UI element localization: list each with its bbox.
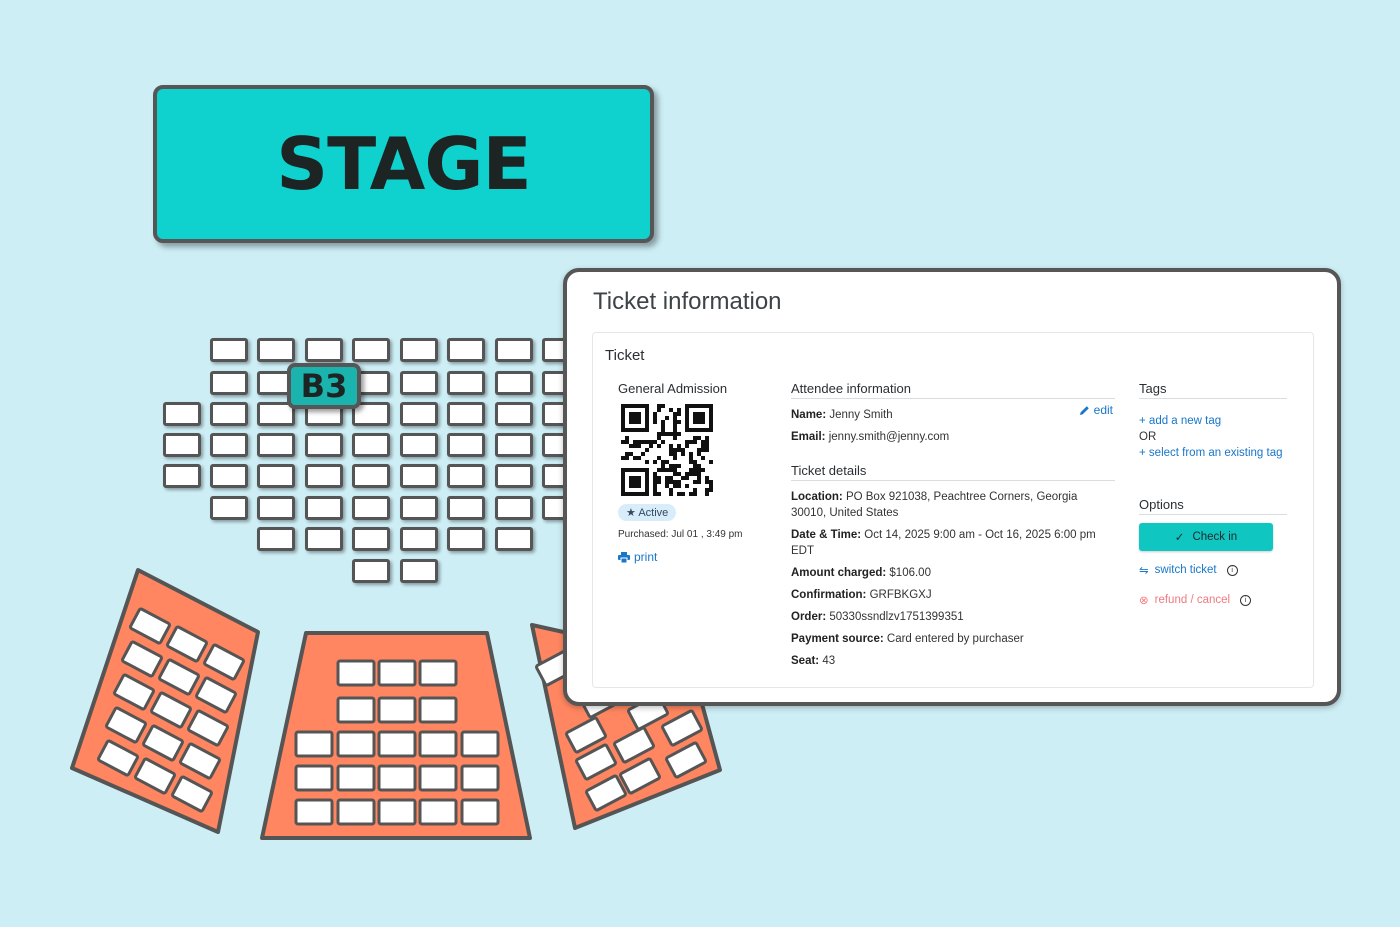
or-separator: OR [1139, 431, 1157, 443]
order-label: Order: [791, 611, 827, 623]
seat[interactable] [336, 696, 376, 724]
location-label: Location: [791, 491, 843, 503]
seat[interactable] [460, 730, 500, 758]
attendee-email: jenny.smith@jenny.com [828, 431, 950, 443]
seat[interactable] [377, 659, 417, 687]
edit-attendee-link[interactable]: edit [1079, 403, 1113, 417]
ticket-type: General Admission [618, 381, 728, 396]
tags-heading: Tags [1139, 381, 1287, 399]
payment-row: Payment source: Card entered by purchase… [791, 631, 1115, 647]
seat[interactable] [377, 696, 417, 724]
order-value: 50330ssndlzv1751399351 [829, 611, 964, 623]
seat[interactable] [294, 798, 334, 826]
payment-value: Card entered by purchaser [886, 633, 1024, 645]
purchased-date: Purchased: Jul 01 , 3:49 pm [618, 529, 743, 540]
select-existing-tag-link[interactable]: + select from an existing tag [1139, 445, 1287, 461]
seat[interactable] [418, 730, 458, 758]
cancel-circle-icon: ⊗ [1139, 595, 1149, 607]
confirmation-value: GRFBKGXJ [869, 589, 932, 601]
print-label: print [634, 550, 658, 564]
seat[interactable] [294, 730, 334, 758]
seat[interactable] [336, 730, 376, 758]
switch-ticket-link[interactable]: ⇋ switch ticket i [1139, 563, 1287, 577]
seat[interactable] [377, 798, 417, 826]
seat[interactable] [418, 659, 458, 687]
seat[interactable] [377, 764, 417, 792]
edit-label: edit [1093, 403, 1113, 417]
seat-row: Seat: 43 [791, 653, 1115, 669]
location-row: Location: PO Box 921038, Peachtree Corne… [791, 489, 1115, 521]
pencil-icon [1079, 405, 1089, 415]
amount-value: $106.00 [889, 567, 931, 579]
attendee-details-column: Attendee information edit Name: Jenny Sm… [791, 381, 1115, 675]
amount-label: Amount charged: [791, 567, 887, 579]
printer-icon [618, 551, 630, 563]
info-icon[interactable]: i [1240, 594, 1252, 606]
ticket-info-panel: Ticket information Ticket General Admiss… [563, 268, 1341, 706]
seat[interactable] [418, 764, 458, 792]
seat[interactable] [294, 764, 334, 792]
checkmark-icon: ✓ [1174, 532, 1185, 544]
switch-ticket-label: switch ticket [1154, 564, 1217, 576]
seat[interactable] [418, 696, 458, 724]
email-label: Email: [791, 431, 826, 443]
seat[interactable] [336, 798, 376, 826]
attendee-name-row: Name: Jenny Smith [791, 407, 1115, 423]
select-existing-tag-label: select from an existing tag [1148, 447, 1283, 459]
ticket-summary-column: General Admission ★ Active Purchased: Ju… [618, 381, 768, 564]
add-new-tag-label: add a new tag [1148, 415, 1222, 427]
seat[interactable] [336, 764, 376, 792]
datetime-label: Date & Time: [791, 529, 862, 541]
ticket-section-title: Ticket [605, 347, 645, 364]
info-icon[interactable]: i [1226, 564, 1238, 576]
add-new-tag-link[interactable]: + add a new tag [1139, 413, 1287, 429]
attendee-email-row: Email: jenny.smith@jenny.com [791, 429, 1115, 445]
seat-label: Seat: [791, 655, 820, 667]
check-in-label: Check in [1192, 531, 1238, 543]
name-label: Name: [791, 409, 827, 421]
datetime-row: Date & Time: Oct 14, 2025 9:00 am - Oct … [791, 527, 1115, 559]
tags-options-column: Tags + add a new tag OR + select from an… [1139, 381, 1287, 607]
ticket-section: Ticket General Admission ★ Active Purcha… [592, 332, 1314, 688]
plus-icon: + [1139, 447, 1146, 459]
refund-cancel-label: refund / cancel [1154, 594, 1231, 606]
refund-cancel-link[interactable]: ⊗ refund / cancel i [1139, 593, 1287, 607]
plus-icon: + [1139, 415, 1146, 427]
payment-label: Payment source: [791, 633, 884, 645]
seat[interactable] [418, 798, 458, 826]
order-row: Order: 50330ssndlzv1751399351 [791, 609, 1115, 625]
seat[interactable] [460, 798, 500, 826]
print-link[interactable]: print [618, 550, 768, 564]
details-heading: Ticket details [791, 463, 1115, 481]
confirmation-row: Confirmation: GRFBKGXJ [791, 587, 1115, 603]
check-in-button[interactable]: ✓ Check in [1139, 523, 1273, 551]
status-badge: ★ Active [618, 504, 677, 521]
seat[interactable] [336, 659, 376, 687]
attendee-name: Jenny Smith [829, 409, 893, 421]
status-text: Active [638, 507, 669, 519]
seat[interactable] [460, 764, 500, 792]
qr-code-icon [621, 404, 713, 496]
options-heading: Options [1139, 497, 1287, 515]
seat-value: 43 [822, 655, 836, 667]
seat[interactable] [377, 730, 417, 758]
confirmation-label: Confirmation: [791, 589, 867, 601]
panel-title: Ticket information [593, 288, 782, 315]
star-icon: ★ [626, 507, 636, 519]
attendee-heading: Attendee information [791, 381, 1115, 399]
swap-icon: ⇋ [1139, 565, 1149, 577]
selected-seat-badge[interactable]: B3 [287, 363, 361, 409]
amount-row: Amount charged: $106.00 [791, 565, 1115, 581]
